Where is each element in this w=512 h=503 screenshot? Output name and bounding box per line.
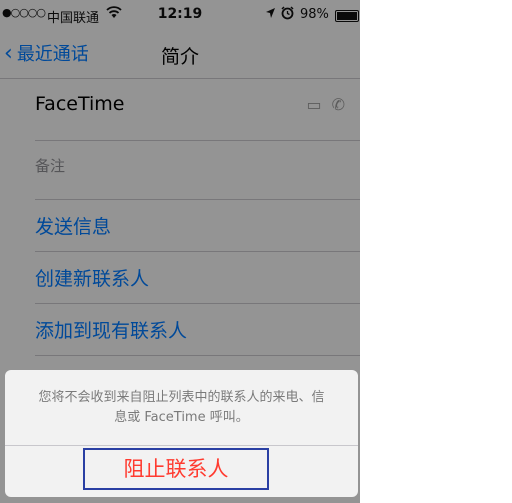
action-sheet-divider bbox=[5, 445, 358, 446]
action-sheet-message-line-1: 您将不会收到来自阻止列表中的联系人的来电、信 bbox=[38, 390, 325, 405]
action-sheet-message-line-2: 息或 FaceTime 呼叫。 bbox=[114, 410, 249, 425]
action-sheet-message: 您将不会收到来自阻止列表中的联系人的来电、信 息或 FaceTime 呼叫。 bbox=[5, 388, 358, 428]
phone-screen: ●○○○○ 中国联通 12:19 98% ‹ 最近通话 简介 FaceTime … bbox=[0, 0, 360, 503]
block-contact-button[interactable]: 阻止联系人 bbox=[83, 448, 269, 490]
action-sheet: 您将不会收到来自阻止列表中的联系人的来电、信 息或 FaceTime 呼叫。 阻… bbox=[5, 370, 358, 497]
